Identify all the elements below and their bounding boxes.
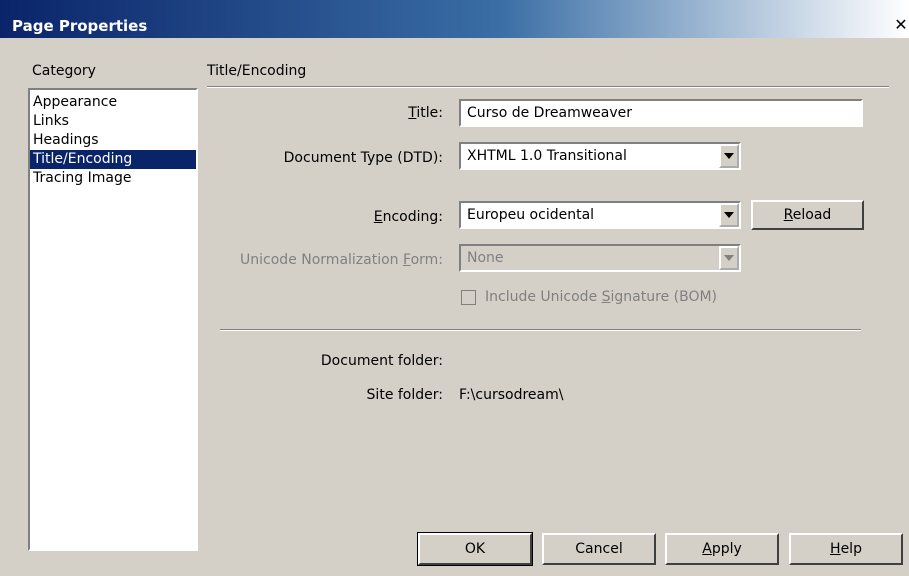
bom-label: Include Unicode Signature (BOM) — [485, 289, 718, 305]
site-folder-label: Site folder: — [366, 387, 443, 403]
site-folder-value: F:\cursodream\ — [459, 387, 564, 403]
section-divider — [207, 86, 889, 88]
category-label: Category — [32, 63, 96, 79]
bom-checkbox[interactable] — [461, 290, 476, 305]
encoding-select[interactable]: Europeu ocidental — [459, 201, 741, 229]
doctype-value: XHTML 1.0 Transitional — [467, 148, 627, 164]
unicode-normalization-value: None — [467, 250, 504, 266]
category-item-tracing-image[interactable]: Tracing Image — [30, 169, 196, 188]
section-title: Title/Encoding — [207, 63, 307, 79]
doctype-select[interactable]: XHTML 1.0 Transitional — [459, 142, 741, 170]
title-label: Title: — [408, 105, 443, 121]
category-item-links[interactable]: Links — [30, 112, 196, 131]
reload-button[interactable]: Reload — [751, 200, 864, 230]
chevron-down-icon — [724, 153, 734, 159]
category-item-appearance[interactable]: Appearance — [30, 93, 196, 112]
help-button[interactable]: Help — [789, 533, 903, 565]
category-item-title-encoding[interactable]: Title/Encoding — [30, 150, 196, 169]
doctype-label: Document Type (DTD): — [283, 150, 443, 166]
cancel-button[interactable]: Cancel — [542, 533, 656, 565]
separator-line — [220, 329, 861, 331]
encoding-dropdown-button[interactable] — [719, 203, 739, 227]
window-title: Page Properties — [12, 17, 148, 35]
unicode-normalization-label: Unicode Normalization Form: — [240, 252, 443, 268]
apply-button[interactable]: Apply — [665, 533, 779, 565]
unicode-dropdown-button[interactable] — [719, 246, 739, 270]
category-item-headings[interactable]: Headings — [30, 131, 196, 150]
encoding-label: Encoding: — [373, 209, 443, 225]
ok-button[interactable]: OK — [417, 532, 533, 566]
title-input[interactable]: Curso de Dreamweaver — [459, 99, 863, 127]
chevron-down-icon — [724, 212, 734, 218]
document-folder-label: Document folder: — [320, 353, 443, 369]
encoding-value: Europeu ocidental — [467, 207, 595, 223]
close-icon[interactable]: ✕ — [893, 17, 909, 33]
title-bar: Page Properties ✕ — [0, 0, 909, 38]
doctype-dropdown-button[interactable] — [719, 144, 739, 168]
category-list[interactable]: Appearance Links Headings Title/Encoding… — [28, 88, 198, 551]
chevron-down-icon — [724, 255, 734, 261]
unicode-normalization-select[interactable]: None — [459, 244, 741, 272]
